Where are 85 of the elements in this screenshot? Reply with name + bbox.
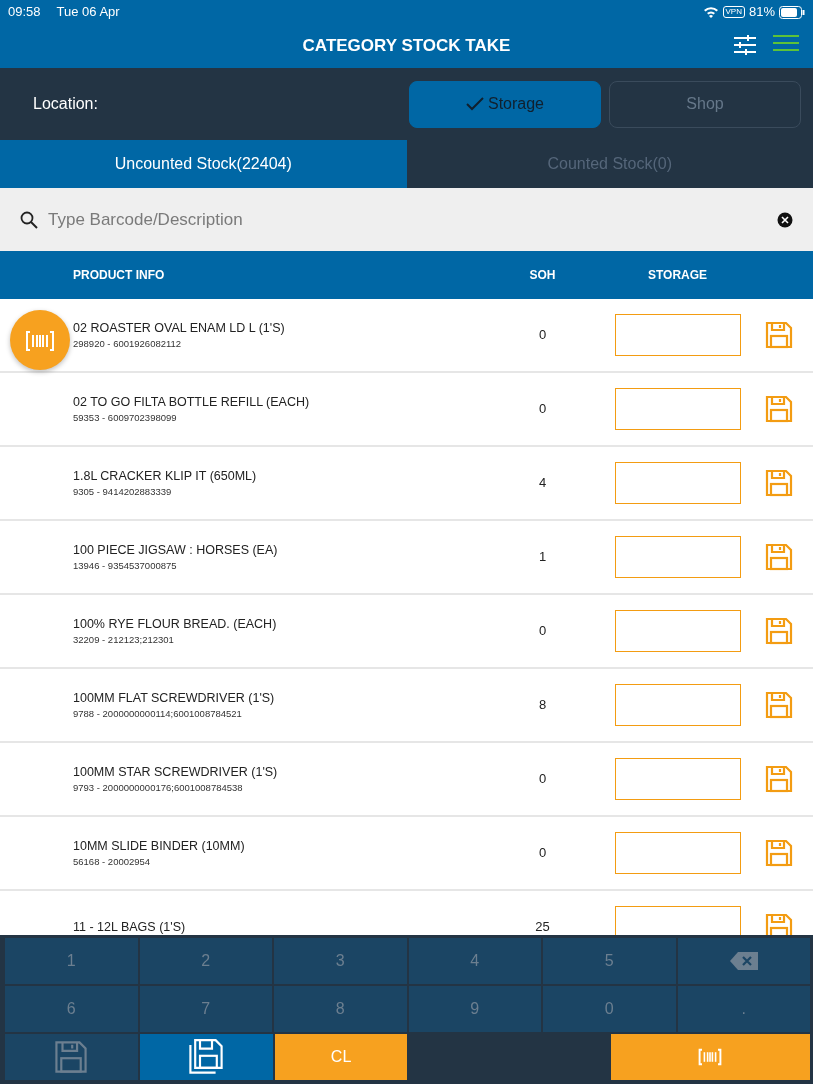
product-name: 1.8L CRACKER KLIP IT (650ML) bbox=[73, 467, 258, 485]
clear-icon[interactable] bbox=[777, 211, 793, 228]
vpn-badge: VPN bbox=[722, 6, 745, 18]
backspace-icon bbox=[728, 951, 759, 971]
keypad-key[interactable]: 6 bbox=[5, 986, 138, 1032]
soh-value: 0 bbox=[537, 844, 548, 863]
soh-value: 4 bbox=[537, 474, 548, 493]
keypad-key[interactable]: 4 bbox=[408, 938, 541, 984]
battery-icon bbox=[779, 5, 805, 19]
keypad-key[interactable]: 0 bbox=[543, 986, 676, 1032]
barcode-icon bbox=[698, 1048, 723, 1066]
product-code: 9788 - 2000000000114;6001008784521 bbox=[73, 707, 243, 722]
quantity-field[interactable] bbox=[615, 536, 741, 578]
check-icon bbox=[465, 97, 484, 111]
product-name: 02 ROASTER OVAL ENAM LD L (1'S) bbox=[73, 319, 286, 337]
keypad-key[interactable]: 3 bbox=[274, 938, 407, 984]
soh-value: 0 bbox=[537, 400, 548, 419]
soh-value: 1 bbox=[537, 548, 548, 567]
save-key[interactable] bbox=[5, 1034, 138, 1080]
keypad-key[interactable]: 5 bbox=[543, 938, 676, 984]
quantity-field[interactable] bbox=[615, 388, 741, 430]
keypad-key[interactable]: 1 bbox=[5, 938, 138, 984]
search-field[interactable]: Type Barcode/Description bbox=[0, 188, 813, 251]
keypad-key[interactable]: . bbox=[677, 986, 810, 1032]
status-time: 09:58 bbox=[8, 3, 41, 22]
column-header: STORAGE bbox=[646, 267, 709, 284]
product-code: 9793 - 2000000000176;6001008784538 bbox=[73, 781, 244, 796]
product-name: 100MM FLAT SCREWDRIVER (1'S) bbox=[73, 689, 276, 707]
product-code: 59353 - 6009702398099 bbox=[73, 411, 178, 426]
product-name: 100MM STAR SCREWDRIVER (1'S) bbox=[73, 763, 279, 781]
scan-key[interactable] bbox=[610, 1034, 810, 1080]
menu-icon[interactable] bbox=[773, 34, 799, 52]
search-icon bbox=[20, 210, 38, 229]
quantity-field[interactable] bbox=[615, 832, 741, 874]
soh-value: 25 bbox=[534, 918, 551, 935]
keypad-key[interactable]: 7 bbox=[139, 986, 272, 1032]
barcode-icon bbox=[25, 329, 55, 352]
search-field[interactable]: Type Barcode/Description bbox=[46, 205, 769, 234]
product-code: 9305 - 9414202883339 bbox=[73, 485, 173, 500]
status-date: Tue 06 Apr bbox=[56, 3, 120, 22]
stock-tab[interactable]: Uncounted Stock(22404) bbox=[0, 140, 407, 188]
product-code: 13946 - 9354537000875 bbox=[73, 559, 178, 574]
save-icon[interactable] bbox=[765, 321, 793, 349]
location-option[interactable]: Storage bbox=[409, 80, 601, 128]
save-icon[interactable] bbox=[765, 395, 793, 423]
location-label: Location: bbox=[33, 94, 98, 114]
location-option[interactable]: Shop bbox=[609, 80, 801, 128]
save-icon[interactable] bbox=[765, 469, 793, 497]
keypad-key[interactable]: 8 bbox=[274, 986, 407, 1032]
scan-barcode-button[interactable] bbox=[10, 310, 70, 370]
stacked-floppy-disks-icon bbox=[188, 1039, 225, 1075]
save-icon[interactable] bbox=[765, 691, 793, 719]
quantity-field[interactable] bbox=[615, 684, 741, 726]
column-header: PRODUCT INFO bbox=[72, 267, 166, 284]
save-icon[interactable] bbox=[765, 913, 793, 935]
wifi-icon bbox=[702, 6, 719, 18]
save-all-key[interactable] bbox=[139, 1034, 273, 1080]
settings-icon[interactable] bbox=[733, 34, 757, 56]
quantity-field[interactable] bbox=[615, 462, 741, 504]
soh-value: 0 bbox=[537, 770, 548, 789]
save-icon[interactable] bbox=[765, 543, 793, 571]
keypad-key[interactable]: 2 bbox=[139, 938, 272, 984]
soh-value: 0 bbox=[537, 326, 548, 345]
clear-key[interactable]: CL bbox=[274, 1034, 408, 1080]
quantity-field[interactable] bbox=[615, 758, 741, 800]
product-code: 298920 - 6001926082112 bbox=[73, 337, 183, 352]
product-name: 100% RYE FLOUR BREAD. (EACH) bbox=[73, 615, 278, 633]
quantity-field[interactable] bbox=[615, 314, 741, 356]
product-code: 56168 - 20002954 bbox=[73, 855, 152, 870]
product-name: 100 PIECE JIGSAW : HORSES (EA) bbox=[73, 541, 279, 559]
save-icon[interactable] bbox=[765, 617, 793, 645]
soh-value: 0 bbox=[537, 622, 548, 641]
product-name: 11 - 12L BAGS (1'S) bbox=[73, 918, 187, 935]
backspace-key[interactable] bbox=[677, 938, 810, 984]
keypad-key[interactable]: 9 bbox=[408, 986, 541, 1032]
soh-value: 8 bbox=[537, 696, 548, 715]
product-name: 10MM SLIDE BINDER (10MM) bbox=[73, 837, 246, 855]
product-code: 32209 - 212123;212301 bbox=[73, 633, 175, 648]
save-icon[interactable] bbox=[765, 765, 793, 793]
save-icon[interactable] bbox=[765, 839, 793, 867]
battery-percent: 81% bbox=[748, 3, 775, 22]
column-header: SOH bbox=[528, 267, 557, 284]
quantity-field[interactable] bbox=[615, 610, 741, 652]
screen-title: CATEGORY STOCK TAKE bbox=[302, 35, 511, 58]
product-name: 02 TO GO FILTA BOTTLE REFILL (EACH) bbox=[73, 393, 311, 411]
